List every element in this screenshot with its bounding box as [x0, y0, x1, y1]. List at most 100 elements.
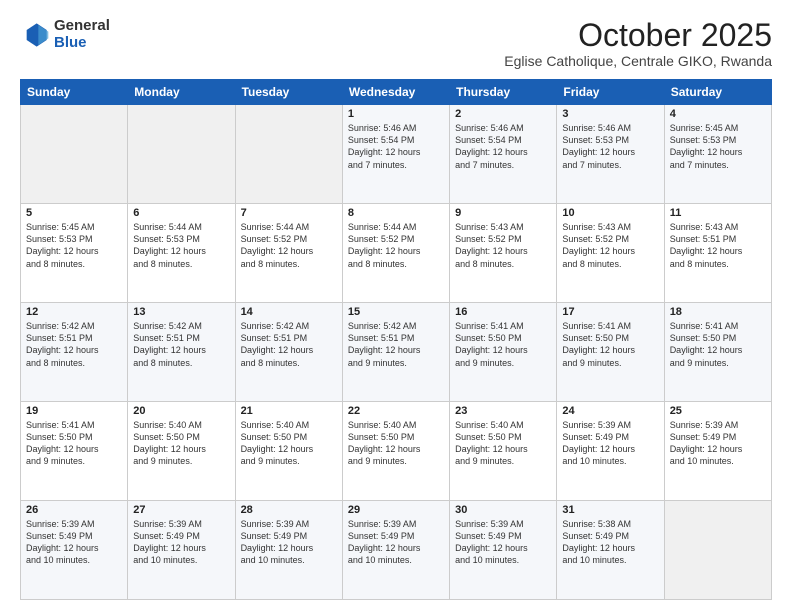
cell-daylight-info: Sunrise: 5:40 AM Sunset: 5:50 PM Dayligh…	[348, 419, 444, 468]
calendar-cell: 26 Sunrise: 5:39 AM Sunset: 5:49 PM Dayli…	[21, 501, 128, 600]
calendar-cell	[21, 105, 128, 204]
cell-daylight-info: Sunrise: 5:39 AM Sunset: 5:49 PM Dayligh…	[26, 518, 122, 567]
calendar-week-row: 5 Sunrise: 5:45 AM Sunset: 5:53 PM Daylig…	[21, 204, 772, 303]
day-number: 11	[670, 207, 766, 219]
day-number: 30	[455, 504, 551, 516]
logo-general-text: General	[54, 18, 110, 35]
calendar-cell: 27Sunrise: 5:39 AM Sunset: 5:49 PM Dayli…	[128, 501, 235, 600]
day-number: 29	[348, 504, 444, 516]
calendar-cell	[664, 501, 771, 600]
day-number: 18	[670, 306, 766, 318]
cell-daylight-info: Sunrise: 5:46 AM Sunset: 5:53 PM Dayligh…	[562, 122, 658, 171]
cell-daylight-info: Sunrise: 5:41 AM Sunset: 5:50 PM Dayligh…	[670, 320, 766, 369]
cell-daylight-info: Sunrise: 5:46 AM Sunset: 5:54 PM Dayligh…	[348, 122, 444, 171]
day-number: 3	[562, 108, 658, 120]
day-number: 28	[241, 504, 337, 516]
cell-daylight-info: Sunrise: 5:39 AM Sunset: 5:49 PM Dayligh…	[670, 419, 766, 468]
calendar-cell	[235, 105, 342, 204]
calendar-cell: 17 Sunrise: 5:41 AM Sunset: 5:50 PM Dayli…	[557, 303, 664, 402]
cell-daylight-info: Sunrise: 5:44 AM Sunset: 5:53 PM Dayligh…	[133, 221, 229, 270]
calendar-cell: 23 Sunrise: 5:40 AM Sunset: 5:50 PM Dayli…	[450, 402, 557, 501]
calendar-cell: 3 Sunrise: 5:46 AM Sunset: 5:53 PM Daylig…	[557, 105, 664, 204]
cell-daylight-info: Sunrise: 5:40 AM Sunset: 5:50 PM Dayligh…	[455, 419, 551, 468]
cell-daylight-info: Sunrise: 5:42 AM Sunset: 5:51 PM Dayligh…	[241, 320, 337, 369]
day-number: 14	[241, 306, 337, 318]
month-title: October 2025	[504, 18, 772, 53]
calendar-week-row: 12 Sunrise: 5:42 AM Sunset: 5:51 PM Dayli…	[21, 303, 772, 402]
day-number: 6	[133, 207, 229, 219]
calendar-cell: 7Sunrise: 5:44 AM Sunset: 5:52 PM Daylig…	[235, 204, 342, 303]
calendar-cell: 10Sunrise: 5:43 AM Sunset: 5:52 PM Dayli…	[557, 204, 664, 303]
calendar-cell: 16 Sunrise: 5:41 AM Sunset: 5:50 PM Dayli…	[450, 303, 557, 402]
calendar-cell: 19Sunrise: 5:41 AM Sunset: 5:50 PM Dayli…	[21, 402, 128, 501]
cell-daylight-info: Sunrise: 5:42 AM Sunset: 5:51 PM Dayligh…	[348, 320, 444, 369]
cell-daylight-info: Sunrise: 5:45 AM Sunset: 5:53 PM Dayligh…	[670, 122, 766, 171]
day-header-tuesday: Tuesday	[235, 80, 342, 105]
day-number: 4	[670, 108, 766, 120]
logo: General Blue	[20, 18, 110, 51]
location-subtitle: Eglise Catholique, Centrale GIKO, Rwanda	[504, 53, 772, 69]
page: General Blue October 2025 Eglise Catholi…	[0, 0, 792, 612]
day-number: 20	[133, 405, 229, 417]
cell-daylight-info: Sunrise: 5:45 AM Sunset: 5:53 PM Dayligh…	[26, 221, 122, 270]
cell-daylight-info: Sunrise: 5:42 AM Sunset: 5:51 PM Dayligh…	[26, 320, 122, 369]
day-number: 12	[26, 306, 122, 318]
calendar-cell	[128, 105, 235, 204]
calendar-cell: 29Sunrise: 5:39 AM Sunset: 5:49 PM Dayli…	[342, 501, 449, 600]
calendar-cell: 14 Sunrise: 5:42 AM Sunset: 5:51 PM Dayli…	[235, 303, 342, 402]
day-number: 22	[348, 405, 444, 417]
logo-icon	[20, 20, 50, 50]
day-header-saturday: Saturday	[664, 80, 771, 105]
calendar-cell: 8 Sunrise: 5:44 AM Sunset: 5:52 PM Daylig…	[342, 204, 449, 303]
cell-daylight-info: Sunrise: 5:38 AM Sunset: 5:49 PM Dayligh…	[562, 518, 658, 567]
calendar-header-row: SundayMondayTuesdayWednesdayThursdayFrid…	[21, 80, 772, 105]
calendar-cell: 20 Sunrise: 5:40 AM Sunset: 5:50 PM Dayli…	[128, 402, 235, 501]
calendar-cell: 15 Sunrise: 5:42 AM Sunset: 5:51 PM Dayli…	[342, 303, 449, 402]
day-number: 31	[562, 504, 658, 516]
cell-daylight-info: Sunrise: 5:41 AM Sunset: 5:50 PM Dayligh…	[26, 419, 122, 468]
day-number: 2	[455, 108, 551, 120]
calendar-cell: 21 Sunrise: 5:40 AM Sunset: 5:50 PM Dayli…	[235, 402, 342, 501]
day-number: 27	[133, 504, 229, 516]
header: General Blue October 2025 Eglise Catholi…	[20, 18, 772, 69]
day-number: 23	[455, 405, 551, 417]
calendar-cell: 30 Sunrise: 5:39 AM Sunset: 5:49 PM Dayli…	[450, 501, 557, 600]
day-number: 13	[133, 306, 229, 318]
day-number: 17	[562, 306, 658, 318]
logo-blue-text: Blue	[54, 35, 110, 52]
calendar-cell: 6 Sunrise: 5:44 AM Sunset: 5:53 PM Daylig…	[128, 204, 235, 303]
day-header-sunday: Sunday	[21, 80, 128, 105]
day-number: 25	[670, 405, 766, 417]
day-number: 7	[241, 207, 337, 219]
calendar-cell: 22 Sunrise: 5:40 AM Sunset: 5:50 PM Dayli…	[342, 402, 449, 501]
calendar-cell: 25 Sunrise: 5:39 AM Sunset: 5:49 PM Dayli…	[664, 402, 771, 501]
calendar-week-row: 19Sunrise: 5:41 AM Sunset: 5:50 PM Dayli…	[21, 402, 772, 501]
day-number: 26	[26, 504, 122, 516]
day-number: 8	[348, 207, 444, 219]
cell-daylight-info: Sunrise: 5:41 AM Sunset: 5:50 PM Dayligh…	[562, 320, 658, 369]
day-header-wednesday: Wednesday	[342, 80, 449, 105]
cell-daylight-info: Sunrise: 5:42 AM Sunset: 5:51 PM Dayligh…	[133, 320, 229, 369]
calendar-cell: 12 Sunrise: 5:42 AM Sunset: 5:51 PM Dayli…	[21, 303, 128, 402]
cell-daylight-info: Sunrise: 5:40 AM Sunset: 5:50 PM Dayligh…	[133, 419, 229, 468]
calendar-cell: 28Sunrise: 5:39 AM Sunset: 5:49 PM Dayli…	[235, 501, 342, 600]
logo-text: General Blue	[54, 18, 110, 51]
cell-daylight-info: Sunrise: 5:39 AM Sunset: 5:49 PM Dayligh…	[562, 419, 658, 468]
calendar-cell: 2Sunrise: 5:46 AM Sunset: 5:54 PM Daylig…	[450, 105, 557, 204]
calendar-cell: 18 Sunrise: 5:41 AM Sunset: 5:50 PM Dayli…	[664, 303, 771, 402]
calendar-cell: 24Sunrise: 5:39 AM Sunset: 5:49 PM Dayli…	[557, 402, 664, 501]
day-number: 5	[26, 207, 122, 219]
cell-daylight-info: Sunrise: 5:41 AM Sunset: 5:50 PM Dayligh…	[455, 320, 551, 369]
calendar-cell: 9Sunrise: 5:43 AM Sunset: 5:52 PM Daylig…	[450, 204, 557, 303]
cell-daylight-info: Sunrise: 5:39 AM Sunset: 5:49 PM Dayligh…	[455, 518, 551, 567]
header-right: October 2025 Eglise Catholique, Centrale…	[504, 18, 772, 69]
day-number: 15	[348, 306, 444, 318]
cell-daylight-info: Sunrise: 5:44 AM Sunset: 5:52 PM Dayligh…	[348, 221, 444, 270]
cell-daylight-info: Sunrise: 5:43 AM Sunset: 5:51 PM Dayligh…	[670, 221, 766, 270]
calendar-cell: 11 Sunrise: 5:43 AM Sunset: 5:51 PM Dayli…	[664, 204, 771, 303]
calendar-cell: 5 Sunrise: 5:45 AM Sunset: 5:53 PM Daylig…	[21, 204, 128, 303]
day-number: 21	[241, 405, 337, 417]
day-number: 16	[455, 306, 551, 318]
cell-daylight-info: Sunrise: 5:40 AM Sunset: 5:50 PM Dayligh…	[241, 419, 337, 468]
day-number: 1	[348, 108, 444, 120]
